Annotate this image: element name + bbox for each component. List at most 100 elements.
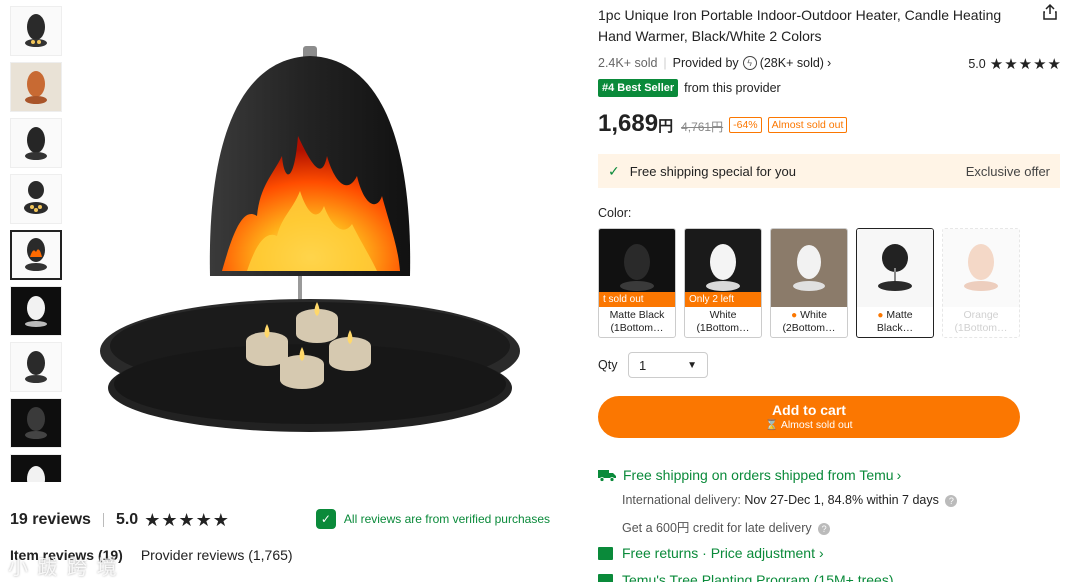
color-option-white-2[interactable]: ● White (2Bottom… — [770, 228, 848, 338]
verified-purchases-note: ✓ All reviews are from verified purchase… — [315, 509, 550, 529]
tab-provider-reviews[interactable]: Provider reviews (1,765) — [141, 547, 293, 563]
free-returns-text: Free returns · Price adjustment — [622, 545, 815, 561]
quantity-select[interactable]: 1 ▼ — [628, 352, 708, 378]
swatch-image: t sold out — [599, 229, 675, 307]
swatch-line2: (1Bottom… — [954, 322, 1008, 334]
divider: | — [663, 56, 667, 70]
thumbnail-1[interactable] — [10, 6, 62, 56]
watermark: 小 跋 跨 境 — [8, 557, 119, 579]
reviews-summary: 19 reviews 5.0 ★★★★★ ✓ All reviews are f… — [10, 508, 550, 532]
swatch-line2: (1Bottom… — [696, 322, 750, 334]
swatch-label: ● Matte Black… — [857, 307, 933, 335]
color-option-white-1[interactable]: Only 2 left White (1Bottom… — [684, 228, 762, 338]
swatch-line1: Orange — [963, 309, 999, 321]
free-returns-link[interactable]: Free returns · Price adjustment › — [598, 545, 824, 561]
international-delivery: International delivery: Nov 27-Dec 1, 84… — [622, 493, 958, 507]
share-icon[interactable] — [1041, 3, 1059, 21]
thumbnail-8[interactable] — [10, 398, 62, 448]
add-to-cart-button[interactable]: Add to cart ⌛ Almost sold out — [598, 396, 1020, 438]
credit-text: Get a 600円 credit for late delivery — [622, 521, 812, 535]
quantity-label: Qty — [598, 358, 618, 372]
chevron-right-icon: › — [896, 467, 902, 483]
return-box-icon — [598, 546, 613, 560]
review-score: 5.0 — [115, 511, 139, 528]
swatch-image — [771, 229, 847, 307]
chevron-right-icon: › — [818, 545, 824, 561]
color-options: t sold out Matte Black (1Bottom… Only 2 … — [598, 228, 1028, 338]
main-product-image[interactable] — [72, 6, 548, 482]
swatch-label: Matte Black (1Bottom… — [599, 307, 675, 335]
product-rating[interactable]: 5.0 ★★★★★ — [968, 55, 1062, 73]
swatch-ribbon: t sold out — [599, 292, 675, 307]
free-shipping-link-text: Free shipping on orders shipped from Tem… — [623, 467, 894, 483]
sold-count: 2.4K+ sold — [598, 56, 658, 70]
swatch-line1: White — [709, 309, 737, 321]
best-seller-suffix: from this provider — [684, 81, 781, 95]
intl-delivery-value: Nov 27-Dec 1, 84.8% within 7 days — [744, 493, 939, 507]
verified-text: All reviews are from verified purchases — [343, 512, 550, 526]
free-shipping-link[interactable]: Free shipping on orders shipped from Tem… — [598, 467, 901, 483]
thumbnail-3[interactable] — [10, 118, 62, 168]
swatch-image — [857, 229, 933, 307]
review-stars: ★★★★★ — [144, 509, 230, 530]
thumbnail-9[interactable] — [10, 454, 62, 482]
swatch-ribbon: Only 2 left — [685, 292, 761, 307]
add-to-cart-label: Add to cart — [772, 402, 846, 418]
add-to-cart-scarcity: Almost sold out — [780, 419, 853, 431]
help-icon[interactable]: ? — [818, 523, 831, 535]
swatch-line2: Black… — [876, 322, 914, 334]
heater-illustration — [72, 6, 548, 482]
help-icon[interactable]: ? — [945, 495, 958, 507]
thumbnail-7[interactable] — [10, 342, 62, 392]
exclusive-offer-label: Exclusive offer — [965, 163, 1050, 179]
tree-icon — [598, 573, 613, 582]
thumbnail-2[interactable] — [10, 62, 62, 112]
swatch-label: White (1Bottom… — [685, 307, 761, 335]
tree-planting-link[interactable]: Temu's Tree Planting Program (15M+ trees… — [598, 572, 894, 582]
color-option-matte-black-1[interactable]: t sold out Matte Black (1Bottom… — [598, 228, 676, 338]
original-price: 4,761円 — [681, 120, 724, 134]
thumbnail-5-selected[interactable] — [10, 230, 62, 280]
swatch-line1: Matte — [886, 309, 913, 321]
flame-icon: ● — [877, 310, 884, 321]
scarcity-badge: Almost sold out — [767, 117, 848, 133]
hourglass-icon: ⌛ — [765, 419, 779, 431]
swatch-image — [943, 229, 1019, 307]
swatch-line1-wrap: ● White — [771, 309, 847, 322]
free-shipping-text: Free shipping special for you — [629, 163, 796, 179]
discount-badge: -64% — [729, 117, 762, 133]
swatch-line2: (2Bottom… — [782, 322, 836, 334]
thumbnail-6[interactable] — [10, 286, 62, 336]
currency-symbol: 円 — [658, 118, 674, 135]
quantity-value: 1 — [639, 357, 647, 373]
best-seller-row: #4 Best Seller from this provider — [598, 79, 781, 97]
color-option-orange-disabled[interactable]: Orange (1Bottom… — [942, 228, 1020, 338]
thumbnail-strip — [8, 6, 64, 482]
swatch-label: ● White (2Bottom… — [771, 307, 847, 335]
swatch-line1: White — [800, 309, 827, 321]
sales-meta: 2.4K+ sold | Provided by ϟ (28K+ sold) ›… — [598, 55, 1062, 73]
late-delivery-credit: Get a 600円 credit for late delivery ? — [622, 517, 831, 536]
product-title: 1pc Unique Iron Portable Indoor-Outdoor … — [598, 7, 1002, 44]
provider-sold-link[interactable]: (28K+ sold) — [760, 56, 824, 70]
intl-delivery-prefix: International delivery: — [622, 493, 741, 507]
chevron-right-icon[interactable]: › — [827, 56, 831, 70]
divider — [102, 513, 104, 527]
price-row: 1,689 円 4,761円 -64% Almost sold out — [598, 110, 853, 138]
thumbnail-4[interactable] — [10, 174, 62, 224]
provider-logo-icon: ϟ — [742, 56, 757, 70]
tree-planting-text: Temu's Tree Planting Program (15M+ trees… — [622, 572, 894, 582]
swatch-line1-wrap: ● Matte — [857, 309, 933, 322]
color-option-matte-black-selected[interactable]: ● Matte Black… — [856, 228, 934, 338]
color-label: Color: — [598, 206, 632, 220]
free-shipping-banner: ✓ Free shipping special for you Exclusiv… — [598, 154, 1060, 188]
rating-value: 5.0 — [968, 57, 986, 71]
check-icon: ✓ — [608, 162, 620, 179]
best-seller-badge[interactable]: #4 Best Seller — [598, 79, 679, 97]
chevron-down-icon: ▼ — [687, 359, 697, 371]
rating-stars: ★★★★★ — [989, 56, 1062, 73]
add-to-cart-subtext: ⌛ Almost sold out — [598, 418, 1020, 432]
current-price: 1,689 — [598, 110, 659, 137]
truck-icon — [598, 470, 616, 482]
review-count[interactable]: 19 reviews — [10, 511, 91, 529]
